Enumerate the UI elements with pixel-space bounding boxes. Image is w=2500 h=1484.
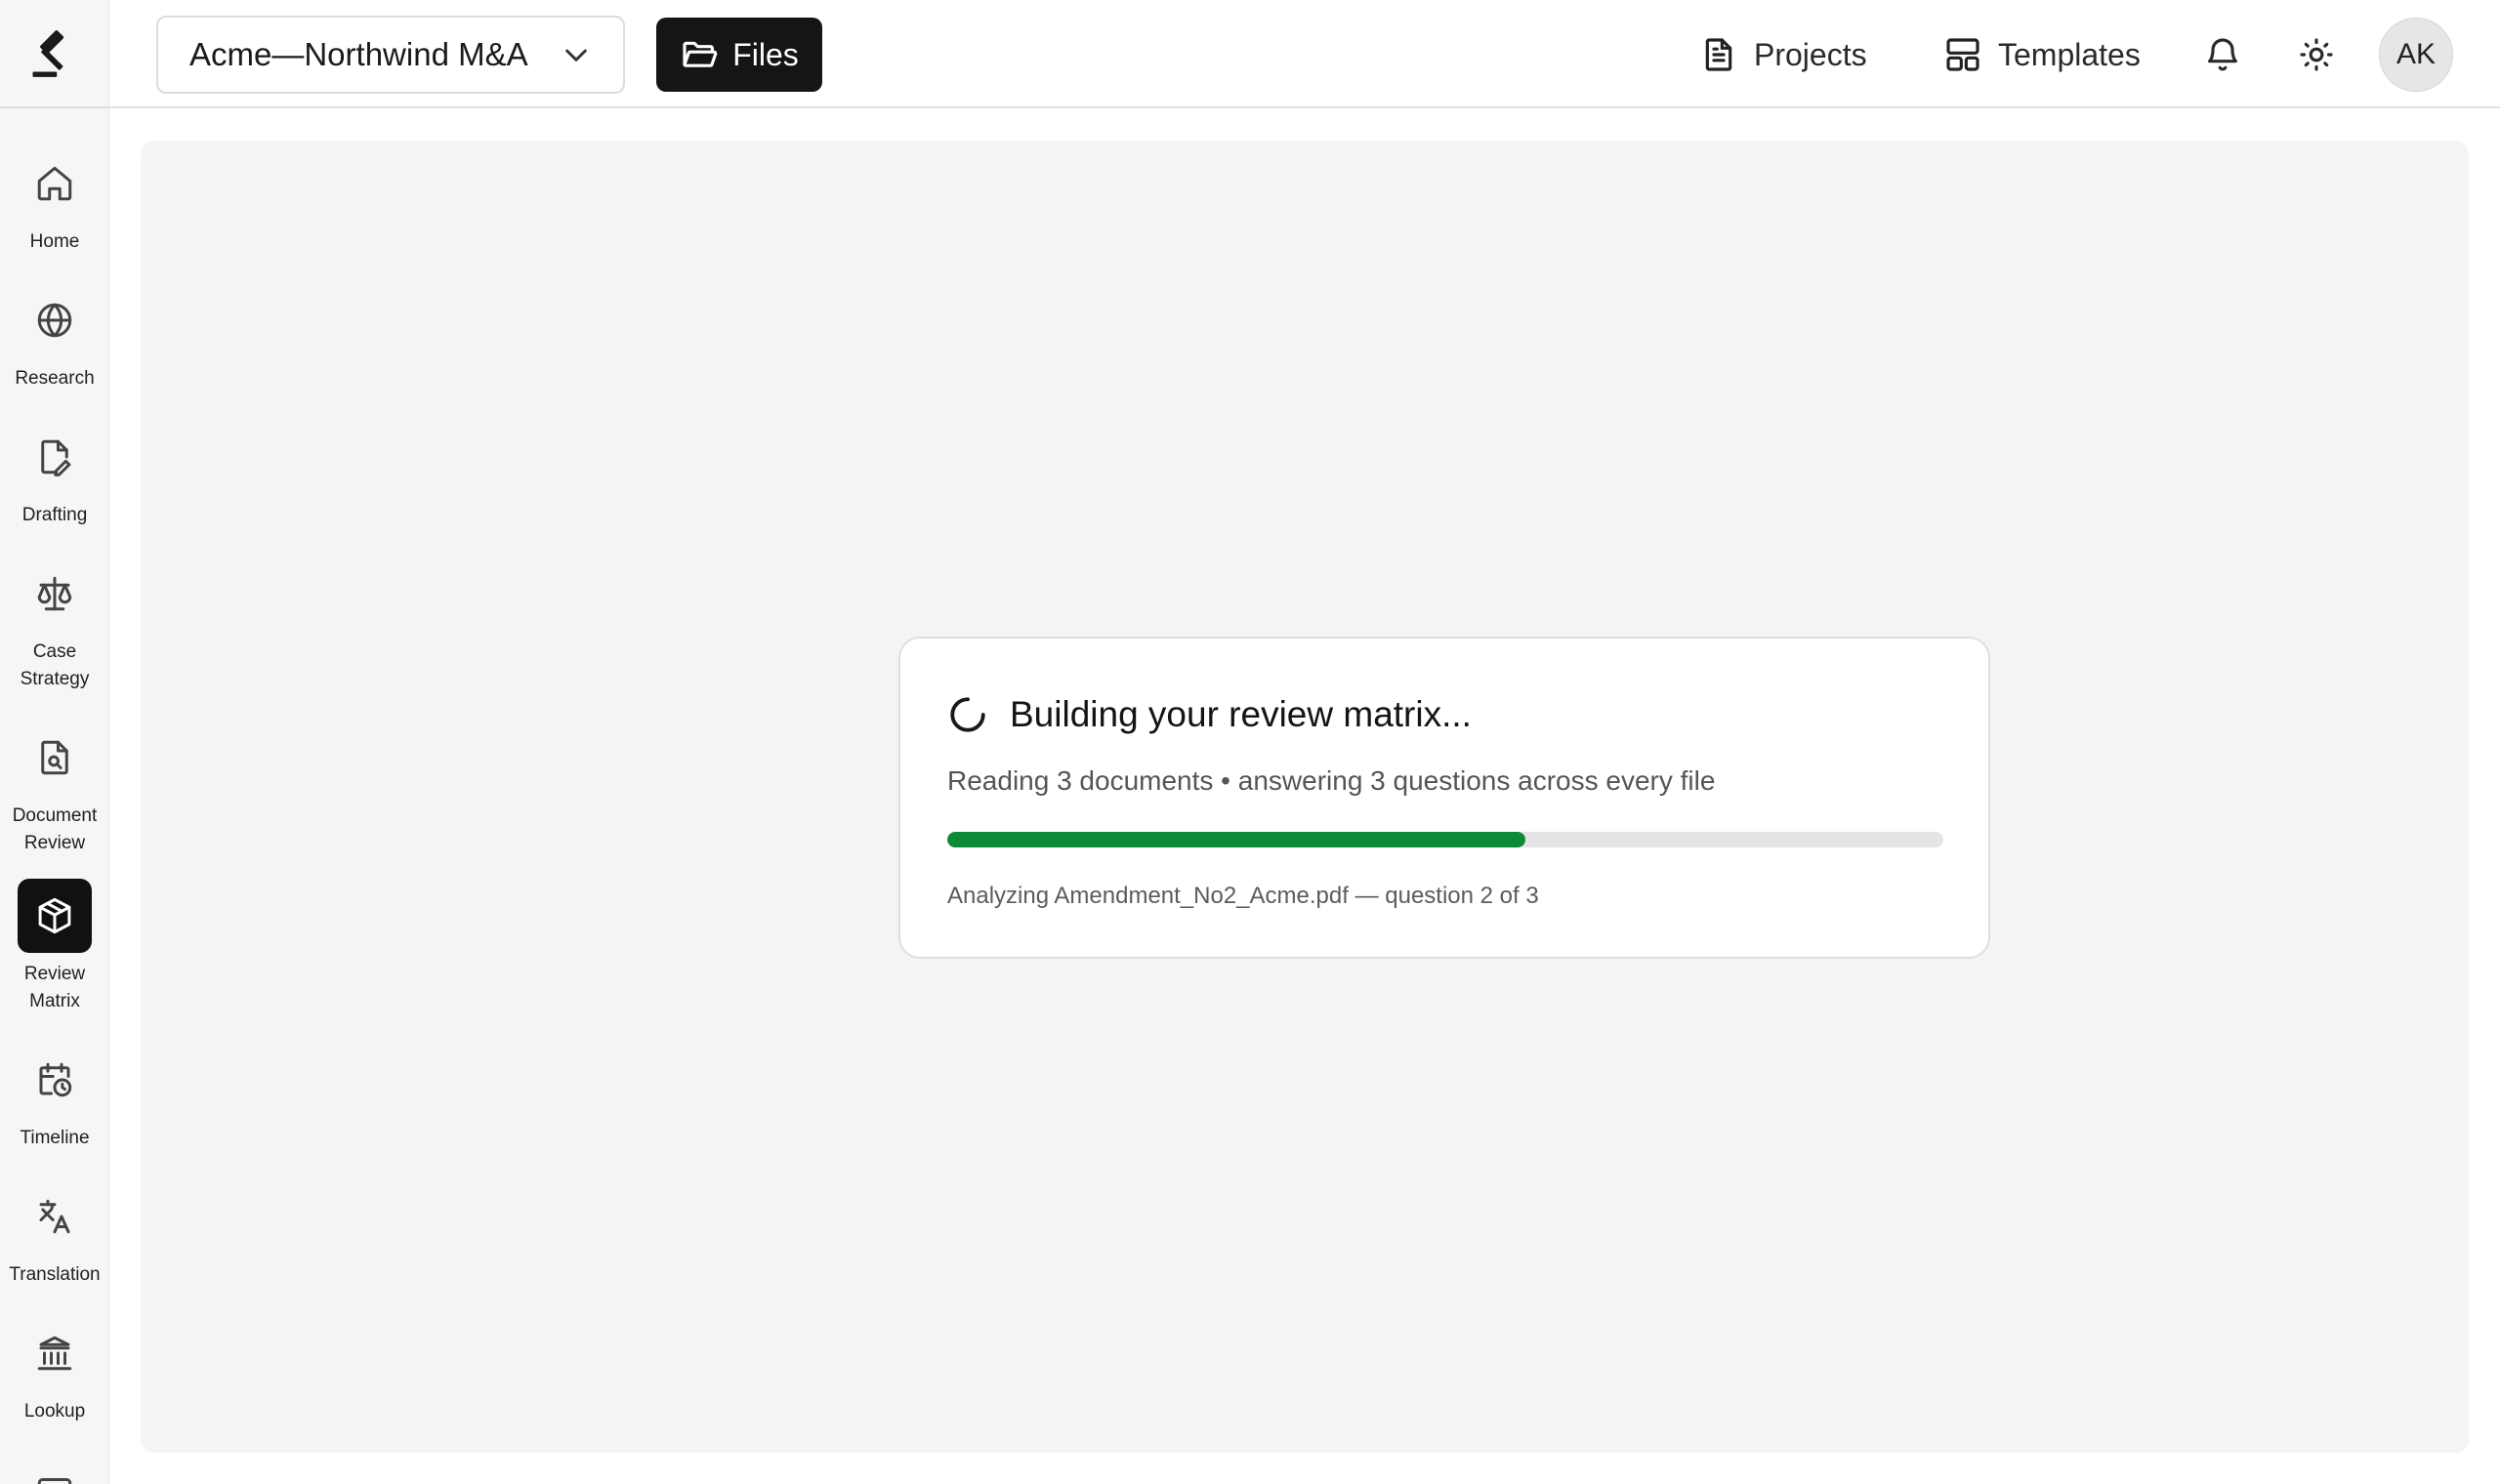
sidebar-item-label: Timeline	[20, 1128, 90, 1148]
theme-toggle-button[interactable]	[2291, 29, 2342, 80]
sidebar-item-label: Drafting	[21, 505, 88, 525]
app-root: Home Research Drafting Case Strategy Doc…	[0, 0, 2500, 1484]
sidebar-item-case-strategy[interactable]: Case Strategy	[0, 556, 109, 693]
bell-icon	[2208, 38, 2237, 71]
project-selector-label: Acme—Northwind M&A	[189, 36, 528, 72]
progress-bar-fill	[947, 832, 1525, 847]
sidebar-item-label: Case Strategy	[20, 641, 90, 689]
calendar-clock-icon	[39, 1062, 72, 1097]
projects-link-label: Projects	[1754, 36, 1867, 72]
sidebar-item-label: Document Review	[12, 805, 98, 853]
top-bar: Acme—Northwind M&A Files Projects Templa…	[109, 0, 2500, 108]
loading-subtitle: Reading 3 documents • answering 3 questi…	[947, 765, 1716, 796]
box-icon	[38, 897, 71, 934]
sidebar-item-drafting[interactable]: Drafting	[0, 420, 109, 529]
sidebar-item-more[interactable]	[0, 1453, 109, 1484]
sidebar-item-label: Lookup	[23, 1401, 86, 1422]
sidebar-item-home[interactable]: Home	[0, 146, 109, 256]
sidebar-item-timeline[interactable]: Timeline	[0, 1043, 109, 1152]
sidebar-item-label: Research	[15, 368, 95, 389]
sidebar-item-label: Home	[29, 231, 80, 252]
gavel-icon	[32, 29, 63, 77]
templates-link-label: Templates	[1998, 36, 2141, 72]
file-pen-icon	[41, 439, 71, 476]
sidebar-item-research[interactable]: Research	[0, 283, 109, 392]
file-text-icon	[1705, 38, 1732, 71]
loading-spinner-icon	[950, 697, 985, 732]
sidebar-item-lookup[interactable]: Lookup	[0, 1316, 109, 1425]
main-content: Building your review matrix... Reading 3…	[141, 141, 2469, 1453]
file-search-icon	[41, 740, 68, 775]
chevron-down-icon	[565, 49, 587, 62]
project-selector[interactable]: Acme—Northwind M&A	[156, 16, 625, 94]
sidebar-item-translation[interactable]: Translation	[0, 1179, 109, 1289]
files-button-label: Files	[732, 36, 799, 72]
sidebar: Home Research Drafting Case Strategy Doc…	[0, 0, 109, 1484]
scale-icon	[37, 576, 72, 611]
layout-template-icon	[1946, 38, 1979, 71]
templates-link[interactable]: Templates	[1943, 27, 2141, 82]
folder-open-icon	[683, 41, 718, 67]
home-icon	[37, 166, 72, 201]
sidebar-item-review-matrix[interactable]: Review Matrix	[0, 879, 109, 1015]
globe-icon	[37, 303, 72, 338]
landmark-icon	[37, 1336, 72, 1371]
logo[interactable]	[0, 0, 109, 108]
notifications-button[interactable]	[2197, 29, 2248, 80]
languages-icon	[39, 1199, 70, 1234]
sidebar-item-label: Translation	[9, 1264, 101, 1285]
files-button[interactable]: Files	[656, 18, 822, 92]
progress-bar	[947, 832, 1943, 847]
loading-card: Building your review matrix... Reading 3…	[898, 637, 1990, 959]
sidebar-item-label: Review Matrix	[23, 964, 86, 1011]
keyboard-icon	[37, 1478, 72, 1484]
projects-link[interactable]: Projects	[1699, 27, 1867, 82]
loading-title-row: Building your review matrix...	[947, 687, 1472, 742]
sun-icon	[2300, 38, 2333, 71]
sidebar-item-document-review[interactable]: Document Review	[0, 721, 109, 857]
avatar[interactable]: AK	[2379, 18, 2453, 92]
loading-title: Building your review matrix...	[1010, 694, 1472, 734]
loading-status: Analyzing Amendment_No2_Acme.pdf — quest…	[947, 883, 1539, 909]
